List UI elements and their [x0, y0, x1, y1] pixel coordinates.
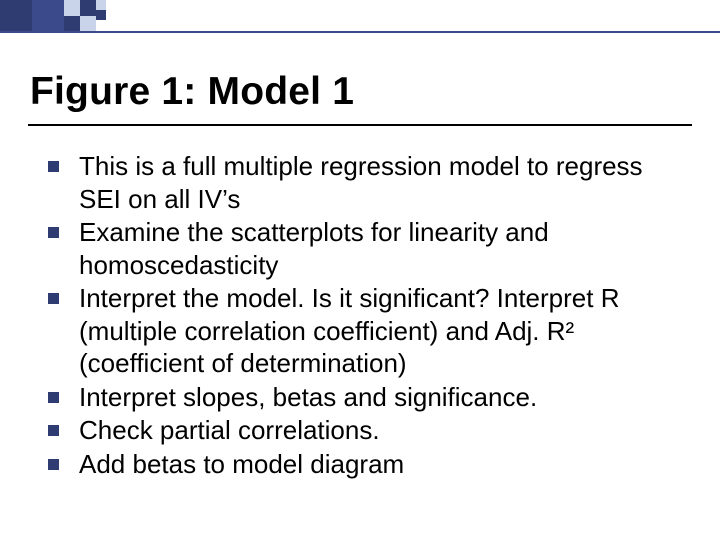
list-item: Interpret slopes, betas and significance…: [48, 381, 686, 414]
list-item: This is a full multiple regression model…: [48, 150, 686, 215]
slide-title: Figure 1: Model 1: [30, 70, 354, 114]
list-item-text: Interpret slopes, betas and significance…: [79, 381, 537, 414]
bullet-icon: [48, 392, 59, 403]
list-item-text: Examine the scatterplots for linearity a…: [79, 216, 686, 281]
bullet-icon: [48, 161, 59, 172]
list-item-text: This is a full multiple regression model…: [79, 150, 686, 215]
list-item: Interpret the model. Is it significant? …: [48, 282, 686, 380]
bullet-icon: [48, 293, 59, 304]
list-item-text: Interpret the model. Is it significant? …: [79, 282, 686, 380]
slide-decoration: [0, 0, 720, 32]
bullet-list: This is a full multiple regression model…: [48, 150, 686, 481]
list-item: Examine the scatterplots for linearity a…: [48, 216, 686, 281]
list-item: Check partial correlations.: [48, 414, 686, 447]
bullet-icon: [48, 227, 59, 238]
title-underline: [28, 124, 692, 126]
bullet-icon: [48, 459, 59, 470]
list-item-text: Add betas to model diagram: [79, 448, 404, 481]
list-item: Add betas to model diagram: [48, 448, 686, 481]
list-item-text: Check partial correlations.: [79, 414, 380, 447]
bullet-icon: [48, 425, 59, 436]
